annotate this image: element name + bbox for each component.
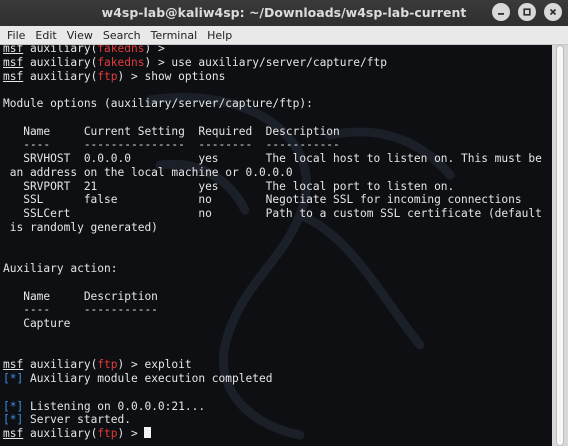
terminal-line: msf auxiliary(ftp) > exploit	[3, 358, 552, 372]
terminal-lines: msf auxiliary(fakedns) > msf auxiliary(fa…	[3, 45, 552, 441]
window-title: w4sp-lab@kaliw4sp: ~/Downloads/w4sp-lab-…	[101, 5, 467, 20]
terminal-line: SRVPORT 21 yes The local port to listen …	[3, 180, 552, 194]
terminal-text: Module options (auxiliary/server/capture…	[3, 97, 313, 110]
terminal-line: [*] Auxiliary module execution completed	[3, 372, 552, 386]
terminal-line: Capture	[3, 317, 552, 331]
terminal-line: Name Description	[3, 290, 552, 304]
module-name: ftp	[97, 358, 118, 372]
scrollbar-thumb[interactable]	[556, 45, 564, 446]
terminal-line: ---- -----------	[3, 303, 552, 317]
status-marker: [*]	[3, 399, 24, 413]
terminal-line: msf auxiliary(ftp) > show options	[3, 70, 552, 84]
terminal-text: ) > show options	[117, 69, 226, 83]
terminal-window: w4sp-lab@kaliw4sp: ~/Downloads/w4sp-lab-…	[0, 0, 568, 446]
terminal-text: SRVHOST 0.0.0.0 yes The local host to li…	[3, 152, 542, 165]
terminal-line: msf auxiliary(fakedns) > use auxiliary/s…	[3, 56, 552, 70]
status-marker: [*]	[3, 372, 24, 385]
terminal-line: msf auxiliary(fakedns) >	[3, 45, 552, 56]
minimize-icon	[498, 13, 504, 15]
terminal-line: ---- --------------- -------- ----------…	[3, 138, 552, 152]
terminal-text: SRVPORT 21 yes The local port to listen …	[3, 179, 455, 193]
maximize-icon	[523, 8, 531, 16]
terminal-text: Auxiliary module execution completed	[23, 372, 273, 385]
terminal-text: an address on the local machine or 0.0.0…	[3, 165, 293, 179]
menu-help[interactable]: Help	[202, 29, 237, 42]
title-bar[interactable]: w4sp-lab@kaliw4sp: ~/Downloads/w4sp-lab-…	[0, 0, 568, 26]
menu-edit[interactable]: Edit	[30, 29, 61, 42]
terminal-text: Name Current Setting Required Descriptio…	[3, 124, 340, 138]
terminal-text: auxiliary(	[23, 427, 98, 440]
terminal-line: Name Current Setting Required Descriptio…	[3, 125, 552, 139]
terminal-text: ) > use auxiliary/server/capture/ftp	[144, 55, 387, 69]
cursor-block	[144, 427, 152, 438]
terminal-text: ) >	[117, 427, 145, 440]
terminal-text: ---- --------------- -------- ----------…	[3, 138, 340, 152]
terminal-line: is randomly generated)	[3, 221, 552, 235]
terminal-text: auxiliary(	[23, 55, 98, 69]
msf-prompt: msf	[3, 427, 24, 440]
terminal-text: ) >	[144, 45, 165, 55]
maximize-button[interactable]	[518, 3, 536, 21]
terminal-text: SSL false no Negotiate SSL for incoming …	[3, 193, 522, 207]
module-name: ftp	[97, 69, 118, 83]
terminal-text: auxiliary(	[23, 358, 98, 372]
terminal-line: an address on the local machine or 0.0.0…	[3, 166, 552, 180]
terminal-output[interactable]: msf auxiliary(fakedns) > msf auxiliary(fa…	[0, 45, 552, 446]
close-button[interactable]	[544, 3, 562, 21]
menu-terminal[interactable]: Terminal	[146, 29, 203, 42]
minimize-button[interactable]	[492, 3, 510, 21]
status-marker: [*]	[3, 413, 24, 427]
terminal-line: SRVHOST 0.0.0.0 yes The local host to li…	[3, 152, 552, 166]
terminal-text: auxiliary(	[23, 69, 98, 83]
msf-prompt: msf	[3, 358, 24, 372]
terminal-text: ---- -----------	[3, 303, 158, 317]
terminal-text: ) > exploit	[117, 358, 192, 372]
module-name: fakedns	[97, 55, 145, 69]
menu-view[interactable]: View	[62, 29, 98, 42]
terminal-line: [*] Server started.	[3, 413, 552, 427]
msf-prompt: msf	[3, 69, 24, 83]
terminal-text: Name Description	[3, 289, 158, 303]
terminal-text: Auxiliary action:	[3, 262, 118, 275]
terminal-text: Server started.	[23, 413, 131, 427]
module-name: fakedns	[97, 45, 145, 55]
terminal-line: Module options (auxiliary/server/capture…	[3, 97, 552, 111]
terminal-text: auxiliary(	[23, 45, 98, 55]
terminal-text: Capture	[3, 317, 71, 330]
vertical-scrollbar[interactable]	[552, 45, 568, 446]
msf-prompt: msf	[3, 55, 24, 69]
terminal-text: is randomly generated)	[3, 220, 158, 234]
terminal-line: [*] Listening on 0.0.0.0:21...	[3, 400, 552, 414]
module-name: ftp	[97, 427, 118, 440]
terminal-line: Auxiliary action:	[3, 262, 552, 276]
terminal-line: msf auxiliary(ftp) >	[3, 427, 552, 441]
msf-prompt: msf	[3, 45, 24, 55]
terminal-text: Listening on 0.0.0.0:21...	[23, 399, 206, 413]
close-icon	[549, 8, 557, 16]
terminal-text: SSLCert no Path to a custom SSL certific…	[3, 207, 542, 220]
terminal-line: SSL false no Negotiate SSL for incoming …	[3, 193, 552, 207]
terminal-line: SSLCert no Path to a custom SSL certific…	[3, 207, 552, 221]
window-controls	[492, 3, 562, 21]
menu-bar: File Edit View Search Terminal Help	[0, 26, 568, 45]
menu-search[interactable]: Search	[98, 29, 146, 42]
menu-file[interactable]: File	[0, 29, 30, 42]
